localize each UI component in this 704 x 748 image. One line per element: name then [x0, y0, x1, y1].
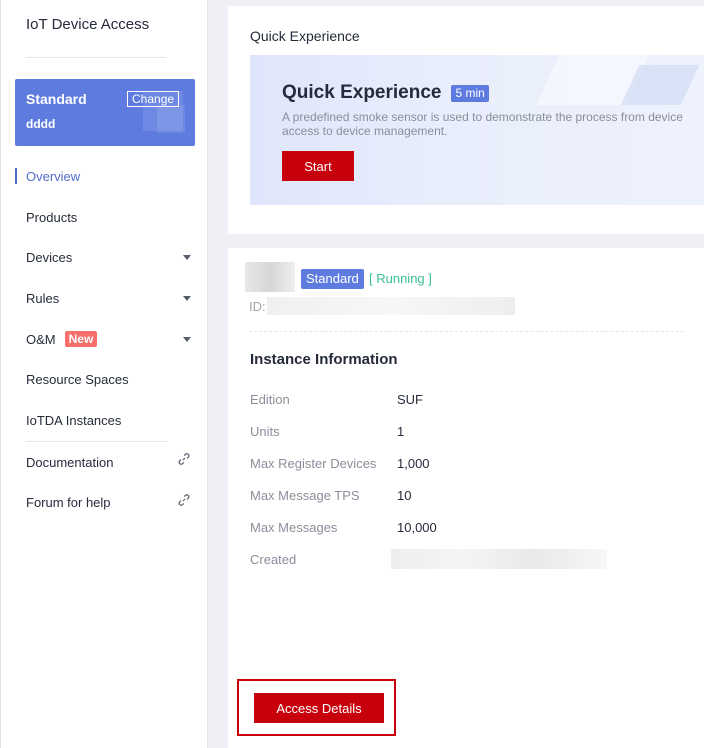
banner-description: A predefined smoke sensor is used to dem… [282, 110, 683, 138]
sidebar-item-overview[interactable]: Overview [1, 156, 209, 197]
sidebar-item-label: IoTDA Instances [26, 412, 122, 428]
info-value: SUF [397, 391, 423, 407]
edition-badge: Standard [301, 269, 364, 289]
caret-down-icon [183, 255, 191, 261]
sidebar-nav: Overview Products Devices Rules O&M New … [1, 156, 209, 523]
info-value: 1,000 [397, 455, 430, 471]
instance-info-heading: Instance Information [250, 351, 398, 368]
time-badge: 5 min [451, 84, 489, 102]
info-row-units: Units 1 [250, 421, 404, 441]
sidebar-item-documentation[interactable]: Documentation [1, 442, 209, 483]
sidebar-item-forum[interactable]: Forum for help [1, 483, 209, 524]
sidebar: IoT Device Access Standard Change dddd O… [0, 0, 208, 748]
info-label: Edition [250, 391, 290, 407]
sidebar-item-products[interactable]: Products [1, 197, 209, 238]
banner-heading: Quick Experience 5 min [282, 82, 489, 104]
info-label: Max Register Devices [250, 455, 377, 471]
sidebar-divider [26, 57, 166, 58]
sidebar-item-devices[interactable]: Devices [1, 237, 209, 278]
info-row-max-register-devices: Max Register Devices 1,000 [250, 453, 430, 473]
sidebar-item-label: Forum for help [26, 495, 111, 511]
external-link-icon [178, 453, 190, 465]
card-decoration [157, 105, 185, 133]
sidebar-item-label: O&M [26, 331, 56, 347]
info-row-edition: Edition SUF [250, 389, 423, 409]
panel-title: Quick Experience [250, 28, 360, 44]
info-row-created: Created [250, 549, 607, 569]
info-value: 1 [397, 423, 405, 439]
caret-down-icon [183, 336, 191, 342]
start-button[interactable]: Start [282, 151, 354, 181]
caret-down-icon [183, 296, 191, 302]
sidebar-item-om[interactable]: O&M New [1, 319, 209, 360]
quick-experience-banner: Quick Experience 5 min A predefined smok… [250, 55, 704, 205]
sidebar-item-label: Overview [26, 168, 81, 184]
banner-heading-text: Quick Experience [282, 82, 442, 103]
sidebar-title: IoT Device Access [26, 16, 150, 33]
sidebar-item-rules[interactable]: Rules [1, 278, 209, 319]
status-text: [ Running ] [369, 271, 432, 286]
info-label: Created [250, 551, 297, 567]
instance-panel: Standard [ Running ] ID: Instance Inform… [228, 248, 704, 748]
sidebar-item-iotda-instances[interactable]: IoTDA Instances [1, 400, 209, 441]
info-label: Max Messages [250, 519, 338, 535]
sidebar-item-label: Resource Spaces [26, 372, 129, 388]
sidebar-item-label: Documentation [26, 454, 114, 470]
created-value-redacted [391, 549, 607, 569]
edition-card: Standard Change dddd [15, 79, 195, 146]
new-badge: New [64, 331, 98, 348]
info-value: 10,000 [397, 519, 437, 535]
sidebar-item-resource-spaces[interactable]: Resource Spaces [1, 359, 209, 400]
instance-name: dddd [26, 117, 56, 131]
instance-id-label: ID: [249, 299, 266, 314]
info-row-max-message-tps: Max Message TPS 10 [250, 485, 411, 505]
info-value: 10 [397, 487, 412, 503]
instance-id-redacted [267, 297, 515, 315]
quick-experience-panel: Quick Experience Quick Experience 5 min … [228, 6, 704, 234]
instance-name-redacted [245, 262, 295, 292]
info-row-max-messages: Max Messages 10,000 [250, 517, 437, 537]
access-details-button[interactable]: Access Details [254, 693, 384, 723]
dashed-divider [249, 331, 684, 332]
sidebar-item-label: Devices [26, 250, 73, 266]
info-label: Units [250, 423, 280, 439]
sidebar-item-label: Rules [26, 290, 60, 306]
change-edition-button[interactable]: Change [127, 91, 180, 107]
sidebar-item-label: Products [26, 209, 78, 225]
external-link-icon [178, 493, 190, 506]
info-label: Max Message TPS [250, 487, 360, 503]
edition-name: Standard [26, 91, 87, 107]
